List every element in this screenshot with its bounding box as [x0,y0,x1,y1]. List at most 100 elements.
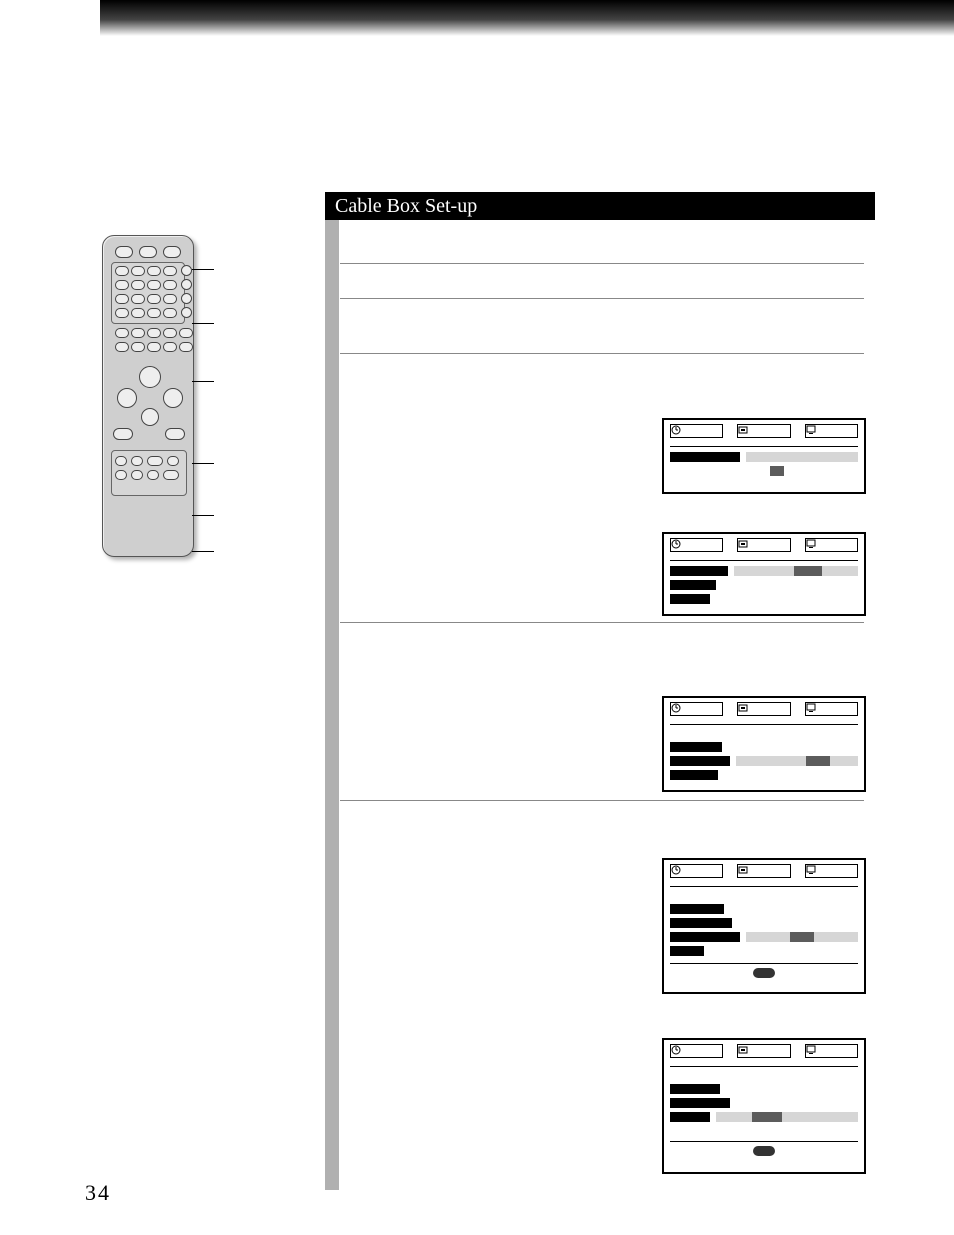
callout-line [192,551,214,552]
osd-row-label [670,1098,730,1108]
osd-tab-clock [670,538,723,552]
osd-row-label [670,932,740,942]
osd-screen-5 [662,1038,866,1174]
osd-row-selected-value [770,466,784,476]
tv-icon [806,703,816,713]
osd-row-label [670,918,732,928]
remote-button [131,266,145,276]
tv-icon [806,1045,816,1055]
osd-screen-3 [662,696,866,792]
osd-screen-2 [662,532,866,616]
remote-button [113,428,133,440]
osd-tab-clock [670,864,723,878]
manual-page: Cable Box Set-up 34 [0,0,954,1235]
osd-tabs [664,1040,864,1064]
remote-button [165,428,185,440]
remote-button [179,328,193,338]
remote-button [115,266,129,276]
osd-row-value-area [746,932,858,942]
osd-row-label [670,742,722,752]
remote-button [163,328,177,338]
osd-row-label [670,770,718,780]
osd-screen-1 [662,418,866,494]
osd-tab-tape [737,864,790,878]
osd-row-value-area [716,1112,858,1122]
page-number: 34 [85,1180,111,1206]
osd-screen-4 [662,858,866,994]
clock-icon [671,1045,681,1055]
remote-button [147,328,161,338]
osd-footer-button-icon [753,968,775,978]
tape-icon [738,865,748,875]
osd-row-label [670,946,704,956]
callout-line [192,323,214,324]
osd-tab-tv [805,864,858,878]
remote-button [131,308,145,318]
section-sidebar-stripe [325,220,339,1190]
osd-tab-tv [805,1044,858,1058]
remote-button [163,294,177,304]
clock-icon [671,425,681,435]
tv-icon [806,425,816,435]
remote-button [163,308,177,318]
section-title: Cable Box Set-up [325,192,875,220]
remote-button [115,342,129,352]
remote-button [147,342,161,352]
remote-control-figure [96,235,216,565]
remote-body [102,235,194,557]
divider-line [340,622,864,623]
osd-row-label [670,756,730,766]
osd-row-label [670,566,728,576]
remote-button [115,456,127,466]
remote-button [131,342,145,352]
remote-side-button [181,279,192,290]
divider-line [340,800,864,801]
remote-button [163,280,177,290]
osd-row-value-area [746,452,858,462]
osd-tabs [664,420,864,444]
osd-row-label [670,1084,720,1094]
osd-tab-clock [670,424,723,438]
remote-button [131,456,143,466]
osd-tab-clock [670,1044,723,1058]
osd-row-label [670,1112,710,1122]
divider-line [340,263,864,264]
remote-button [163,470,179,480]
top-gradient-bar [100,0,954,36]
clock-icon [671,539,681,549]
callout-line [192,463,214,464]
remote-button [147,280,161,290]
osd-tab-tv [805,702,858,716]
remote-button [115,328,129,338]
remote-dpad-left [117,388,137,408]
remote-button [131,294,145,304]
osd-row-selected-value [794,566,822,576]
osd-row-value-area [734,566,858,576]
osd-tab-tv [805,424,858,438]
osd-tab-tv [805,538,858,552]
remote-button [167,456,179,466]
remote-button [139,246,157,258]
tv-icon [806,865,816,875]
tv-icon [806,539,816,549]
tape-icon [738,539,748,549]
remote-dpad-right [163,388,183,408]
remote-button [115,308,129,318]
remote-button [131,328,145,338]
osd-row-label [670,904,724,914]
osd-row-selected-value [752,1112,782,1122]
remote-button [163,266,177,276]
osd-row-value-area [736,756,858,766]
remote-dpad-center [139,366,161,388]
tape-icon [738,703,748,713]
callout-line [192,515,214,516]
remote-side-button [181,307,192,318]
osd-footer-button-icon [753,1146,775,1156]
callout-line [192,381,214,382]
remote-button [147,266,161,276]
remote-button [115,246,133,258]
tape-icon [738,425,748,435]
divider-line [340,298,864,299]
remote-button [147,456,163,466]
remote-button [147,308,161,318]
